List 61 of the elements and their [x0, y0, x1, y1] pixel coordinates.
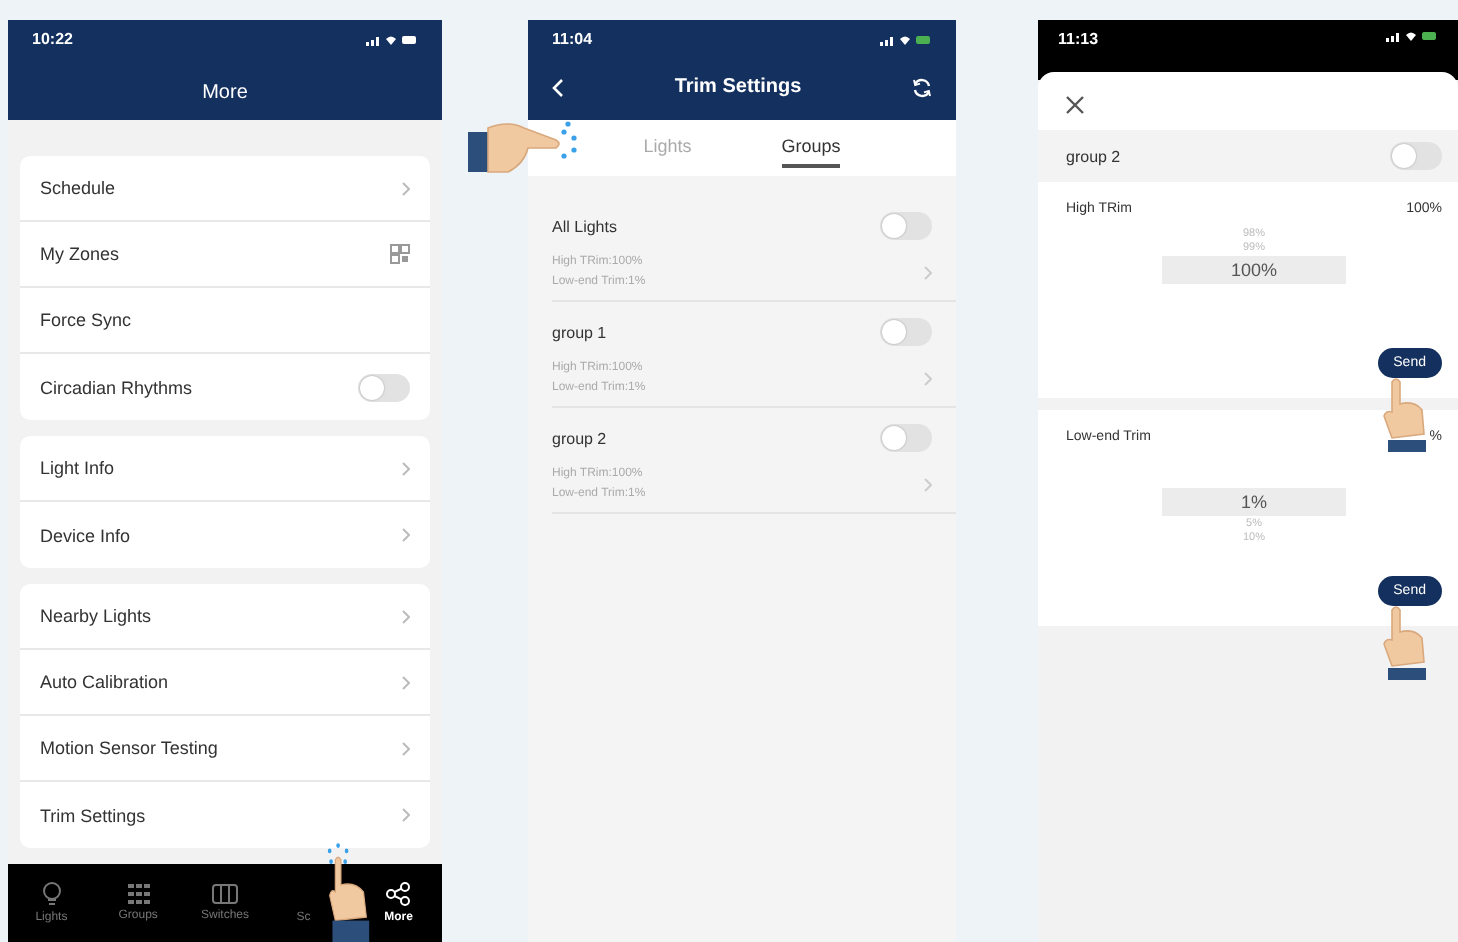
group-name: All Lights	[552, 217, 617, 235]
menu-label: Auto Calibration	[40, 672, 169, 692]
menu-row[interactable]: Schedule	[20, 156, 430, 222]
pointing-hand-drawing	[324, 842, 372, 942]
group-name: group 1	[552, 323, 607, 341]
chevron-icon	[402, 808, 410, 822]
qr-code-icon	[390, 244, 410, 264]
screen-title: Trim Settings	[674, 76, 802, 98]
menu-label: Light Info	[40, 458, 115, 478]
menu-label: Motion Sensor Testing	[40, 738, 218, 758]
chevron-icon	[402, 181, 410, 195]
menu-label: Nearby Lights	[40, 606, 152, 626]
menu-row[interactable]: Auto Calibration	[20, 650, 430, 716]
close-icon[interactable]	[1066, 96, 1084, 114]
chevron-icon[interactable]	[924, 265, 932, 279]
toggle-switch[interactable]	[880, 212, 932, 240]
back-icon[interactable]	[552, 77, 564, 97]
status-icons	[880, 33, 932, 45]
menu-row[interactable]: Circadian Rhythms	[20, 354, 430, 420]
status-time: 11:13	[1058, 30, 1099, 48]
chevron-icon[interactable]	[924, 371, 932, 385]
menu-label: Trim Settings	[40, 805, 146, 825]
status-icons	[366, 33, 418, 45]
group-name: group 2	[1066, 147, 1121, 165]
menu-label: Circadian Rhythms	[40, 377, 193, 397]
bulb-icon	[41, 882, 62, 906]
menu-label: Schedule	[40, 178, 116, 198]
picker-option[interactable]: 1%	[1162, 488, 1346, 516]
toggle-switch[interactable]	[880, 424, 932, 452]
tab[interactable]: Groups	[781, 128, 841, 168]
status-time: 11:04	[552, 30, 593, 48]
menu-row[interactable]: Light Info	[20, 436, 430, 502]
switch-panel-icon	[211, 884, 238, 904]
refresh-icon[interactable]	[911, 77, 932, 97]
menu-row[interactable]: Nearby Lights	[20, 584, 430, 650]
toggle-switch[interactable]	[880, 318, 932, 346]
status-time: 10:22	[32, 30, 73, 48]
chevron-icon	[402, 741, 410, 755]
menu-row[interactable]: Force Sync	[20, 288, 430, 354]
chevron-icon	[402, 609, 410, 623]
menu-row[interactable]: My Zones	[20, 222, 430, 288]
menu-label: Device Info	[40, 525, 131, 545]
menu-label: My Zones	[40, 244, 120, 264]
status-icons	[1386, 30, 1438, 42]
toggle-switch[interactable]	[1390, 142, 1442, 170]
menu-row[interactable]: Trim Settings	[20, 782, 430, 848]
menu-row[interactable]: Motion Sensor Testing	[20, 716, 430, 782]
menu-label: Force Sync	[40, 310, 132, 330]
share-icon	[386, 882, 411, 906]
grid-icon	[127, 884, 150, 904]
chevron-icon	[402, 461, 410, 475]
screen-title: More	[200, 82, 250, 104]
picker-option[interactable]: 100%	[1162, 256, 1346, 284]
pointing-hand-drawing	[1378, 606, 1430, 682]
toggle-switch[interactable]	[358, 373, 410, 401]
chevron-icon	[402, 528, 410, 542]
chevron-icon[interactable]	[924, 477, 932, 491]
pointing-hand-drawing	[1378, 378, 1430, 454]
chevron-icon	[402, 675, 410, 689]
group-name: group 2	[552, 429, 607, 447]
menu-row[interactable]: Device Info	[20, 502, 430, 568]
